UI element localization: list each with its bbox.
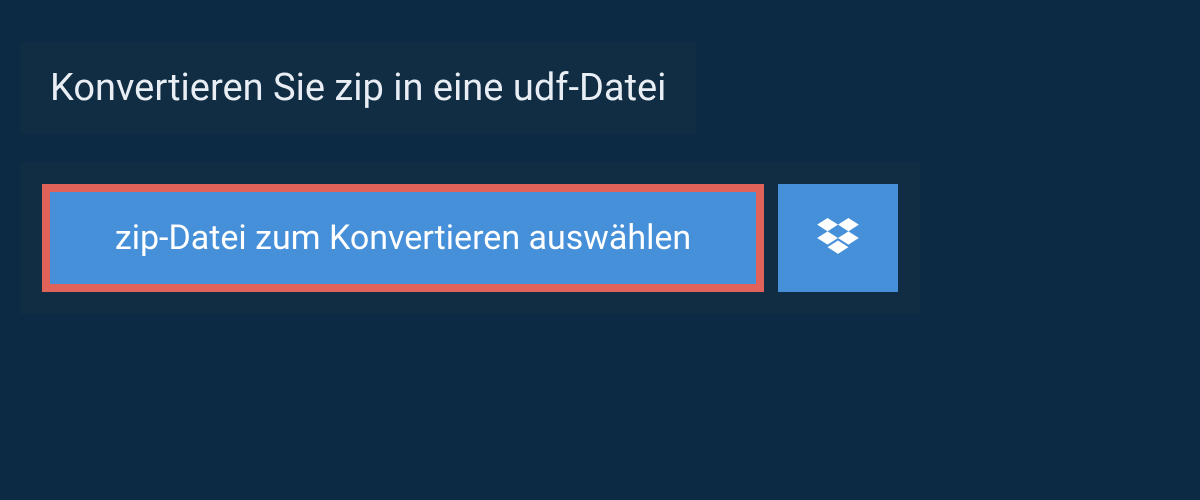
dropbox-button[interactable] bbox=[778, 184, 898, 292]
upload-panel: zip-Datei zum Konvertieren auswählen bbox=[20, 162, 920, 314]
dropbox-icon bbox=[817, 218, 859, 258]
header-box: Konvertieren Sie zip in eine udf-Datei bbox=[20, 42, 696, 134]
select-file-button[interactable]: zip-Datei zum Konvertieren auswählen bbox=[42, 184, 764, 292]
page-title: Konvertieren Sie zip in eine udf-Datei bbox=[50, 66, 666, 110]
